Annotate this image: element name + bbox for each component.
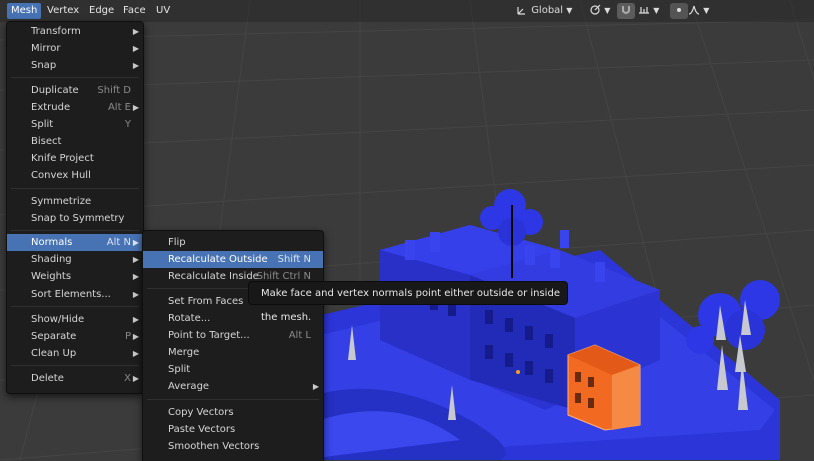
chevron-down-icon: ▼ — [703, 6, 710, 15]
proportional-edit-button[interactable] — [670, 3, 688, 19]
submenu-arrow-icon: ▶ — [312, 382, 319, 391]
chevron-down-icon: ▼ — [566, 6, 573, 15]
menu-item-weights[interactable]: Weights ▶ — [7, 268, 143, 285]
chevron-down-icon: ▼ — [653, 6, 660, 15]
menu-item-snap-to-symmetry[interactable]: Snap to Symmetry — [7, 210, 143, 227]
menu-item-duplicate[interactable]: Duplicate Shift D — [7, 82, 143, 99]
menu-item-split-normals[interactable]: Split — [143, 361, 323, 378]
menu-item-mirror[interactable]: Mirror ▶ — [7, 40, 143, 57]
menu-uv[interactable]: UV — [152, 3, 174, 19]
submenu-arrow-icon: ▶ — [132, 61, 139, 70]
menu-separator — [11, 306, 139, 307]
snap-target-dropdown[interactable]: ▼ — [638, 3, 659, 19]
falloff-dropdown[interactable]: ▼ — [688, 3, 709, 19]
proportional-edit-icon — [677, 8, 681, 12]
menu-item-split[interactable]: Split Y — [7, 116, 143, 133]
menu-face[interactable]: Face — [119, 3, 150, 19]
menu-item-knife-project[interactable]: Knife Project — [7, 150, 143, 167]
menu-separator — [11, 77, 139, 78]
submenu-arrow-icon: ▶ — [132, 349, 139, 358]
menu-separator — [11, 365, 139, 366]
menu-item-show-hide[interactable]: Show/Hide ▶ — [7, 311, 143, 328]
submenu-arrow-icon: ▶ — [132, 238, 139, 247]
menu-item-snap[interactable]: Snap ▶ — [7, 57, 143, 74]
submenu-arrow-icon: ▶ — [132, 374, 139, 383]
menu-edge[interactable]: Edge — [85, 3, 118, 19]
transform-orientation-icon — [517, 7, 525, 15]
menu-item-smoothen-vectors[interactable]: Smoothen Vectors — [143, 438, 323, 455]
falloff-icon — [688, 5, 700, 15]
chevron-down-icon: ▼ — [604, 6, 611, 15]
submenu-arrow-icon: ▶ — [132, 272, 139, 281]
snap-increment-icon — [639, 7, 649, 14]
menu-item-average[interactable]: Average ▶ — [143, 378, 323, 395]
menu-item-delete[interactable]: Delete X ▶ — [7, 370, 143, 387]
menu-item-transform[interactable]: Transform ▶ — [7, 23, 143, 40]
submenu-arrow-icon: ▶ — [132, 255, 139, 264]
menu-separator — [11, 230, 139, 231]
transform-orientation-dropdown[interactable]: Global ▼ — [516, 3, 572, 19]
magnet-icon — [622, 6, 630, 14]
menu-separator — [11, 188, 139, 189]
submenu-arrow-icon: ▶ — [132, 103, 139, 112]
snap-toggle-button[interactable] — [617, 3, 635, 19]
menu-item-shading[interactable]: Shading ▶ — [7, 251, 143, 268]
menu-item-separate[interactable]: Separate P ▶ — [7, 328, 143, 345]
submenu-arrow-icon: ▶ — [132, 27, 139, 36]
submenu-arrow-icon: ▶ — [132, 290, 139, 299]
menu-item-bisect[interactable]: Bisect — [7, 133, 143, 150]
submenu-arrow-icon: ▶ — [132, 315, 139, 324]
menu-item-clean-up[interactable]: Clean Up ▶ — [7, 345, 143, 362]
menu-item-paste-vectors[interactable]: Paste Vectors — [143, 421, 323, 438]
menu-item-sort-elements[interactable]: Sort Elements... ▶ — [7, 286, 143, 303]
menu-mesh[interactable]: Mesh — [7, 3, 42, 19]
transform-orientation-value: Global — [531, 5, 564, 16]
menu-item-symmetrize[interactable]: Symmetrize — [7, 193, 143, 210]
menu-item-recalculate-outside[interactable]: Recalculate Outside Shift N — [143, 251, 323, 268]
submenu-arrow-icon: ▶ — [132, 44, 139, 53]
tooltip: Make face and vertex normals point eithe… — [248, 281, 568, 323]
viewport-header: Mesh Vertex Edge Face UV Global ▼ ▼ ▼ ▼ — [0, 0, 814, 22]
menu-item-merge[interactable]: Merge — [143, 344, 323, 361]
normals-submenu: Flip Recalculate Outside Shift N Recalcul… — [142, 230, 324, 461]
menu-separator — [147, 399, 319, 400]
snap-link-icon — [590, 4, 601, 15]
menu-item-convex-hull[interactable]: Convex Hull — [7, 167, 143, 184]
mesh-menu: Transform ▶ Mirror ▶ Snap ▶ Duplicate Shift … — [6, 21, 144, 394]
menu-item-flip[interactable]: Flip — [143, 234, 323, 251]
menu-vertex[interactable]: Vertex — [43, 3, 83, 19]
menu-item-normals[interactable]: Normals Alt N ▶ — [7, 234, 143, 251]
submenu-arrow-icon: ▶ — [132, 332, 139, 341]
menu-item-copy-vectors[interactable]: Copy Vectors — [143, 404, 323, 421]
snap-link-dropdown[interactable]: ▼ — [589, 3, 610, 19]
menu-item-extrude[interactable]: Extrude Alt E ▶ — [7, 99, 143, 116]
